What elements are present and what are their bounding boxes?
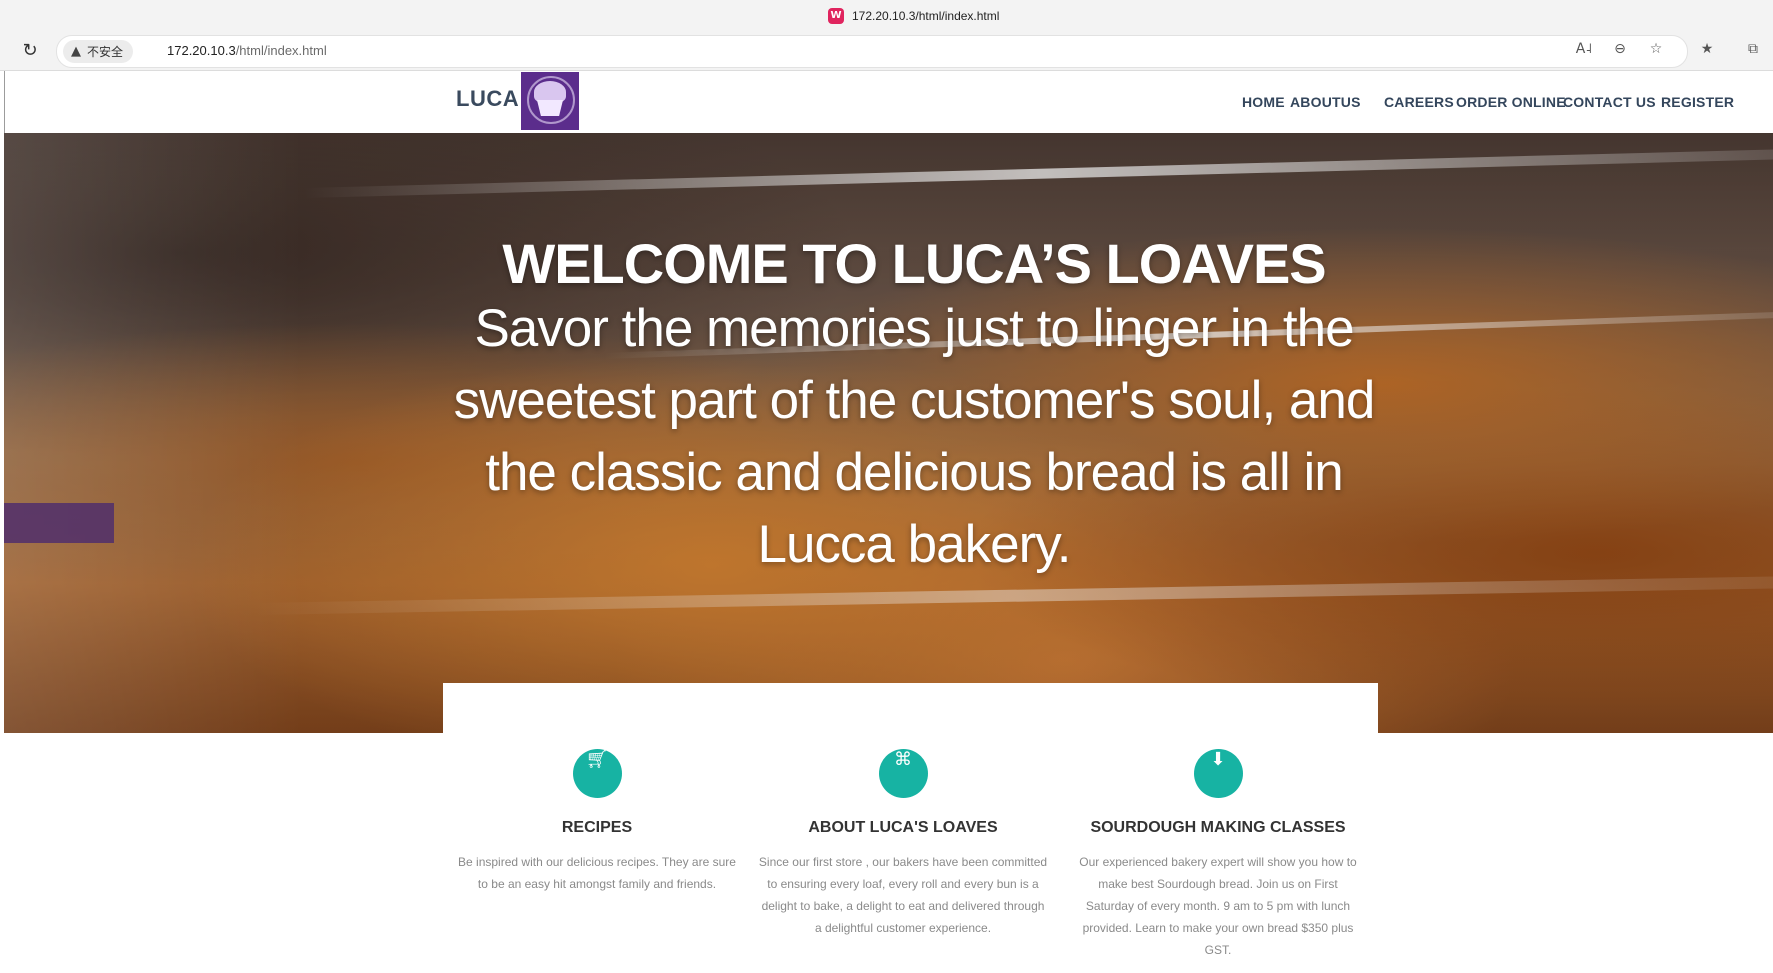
nav-contact-us[interactable]: CONTACT US: [1563, 71, 1663, 133]
content-panel-top: [443, 683, 1378, 733]
cart-icon: 🛒︎: [585, 749, 609, 770]
feature-icon-circle[interactable]: ⌘: [878, 749, 928, 798]
url-path: /html/index.html: [235, 43, 327, 58]
collections-icon[interactable]: ⧉: [1743, 41, 1763, 61]
read-aloud-icon[interactable]: A˨: [1574, 41, 1594, 61]
feature-sourdough-classes: ⬇ SOURDOUGH MAKING CLASSES Our experienc…: [1073, 749, 1363, 961]
favorites-list-icon[interactable]: ★: [1697, 41, 1717, 61]
security-indicator[interactable]: ▲ 不安全: [63, 40, 134, 63]
site-navbar: LUCA HOME ABOUTUS CAREERS ORDER ONLINE C…: [4, 71, 1773, 133]
feature-icon-circle[interactable]: 🛒︎: [572, 749, 622, 798]
hero-shelf-light: [303, 149, 1773, 198]
logo-cupcake-top: [534, 81, 566, 103]
nav-register[interactable]: REGISTER: [1661, 71, 1741, 133]
browser-title-bar: W 172.20.10.3/html/index.html: [0, 0, 1773, 32]
brand-name[interactable]: LUCA: [456, 86, 519, 112]
feature-title: SOURDOUGH MAKING CLASSES: [1090, 819, 1346, 836]
site-favicon-icon: W: [828, 8, 844, 24]
download-icon: ⬇: [1210, 749, 1226, 770]
feature-about: ⌘ ABOUT LUCA'S LOAVES Since our first st…: [758, 749, 1048, 939]
feature-title: ABOUT LUCA'S LOAVES: [808, 819, 998, 836]
hero-banner: WELCOME TO LUCA’S LOAVES Savor the memor…: [4, 133, 1773, 733]
url-text[interactable]: 172.20.10.3/html/index.html: [167, 43, 327, 58]
feature-icon-circle[interactable]: ⬇: [1193, 749, 1243, 798]
nav-aboutus[interactable]: ABOUTUS: [1290, 71, 1370, 133]
bakery-logo[interactable]: [521, 72, 579, 130]
feature-text: Since our first store , our bakers have …: [758, 855, 1048, 935]
favorite-star-icon[interactable]: ☆: [1646, 41, 1666, 61]
hero-counter-edge: [253, 576, 1773, 615]
reload-icon[interactable]: ↻: [18, 39, 42, 63]
feature-text: Be inspired with our delicious recipes. …: [458, 855, 736, 891]
nav-order-online[interactable]: ORDER ONLINE: [1456, 71, 1566, 133]
hero-glass-reflection: [4, 133, 304, 733]
url-field[interactable]: ▲ 不安全 172.20.10.3/html/index.html: [56, 35, 1688, 68]
zoom-out-icon[interactable]: ⊖: [1610, 41, 1630, 61]
security-label: 不安全: [87, 45, 124, 59]
hero-subtitle: Savor the memories just to linger in the…: [453, 299, 1376, 574]
logo-cupcake-base: [537, 100, 563, 116]
browser-tab-title: 172.20.10.3/html/index.html: [852, 9, 1000, 23]
gift-icon: ⌘: [894, 749, 912, 770]
feature-title: RECIPES: [561, 819, 633, 836]
hero-title: WELCOME TO LUCA’S LOAVES: [502, 232, 1326, 295]
url-host: 172.20.10.3: [167, 43, 236, 58]
feature-text: Our experienced bakery expert will show …: [1079, 855, 1357, 957]
nav-careers[interactable]: CAREERS: [1384, 71, 1464, 133]
hero-purple-sign: [4, 503, 114, 543]
warning-icon: ▲: [71, 44, 81, 59]
browser-address-bar: ↻ ▲ 不安全 172.20.10.3/html/index.html A˨ ⊖…: [0, 32, 1773, 71]
feature-recipes: 🛒︎ RECIPES Be inspired with our deliciou…: [452, 749, 742, 895]
